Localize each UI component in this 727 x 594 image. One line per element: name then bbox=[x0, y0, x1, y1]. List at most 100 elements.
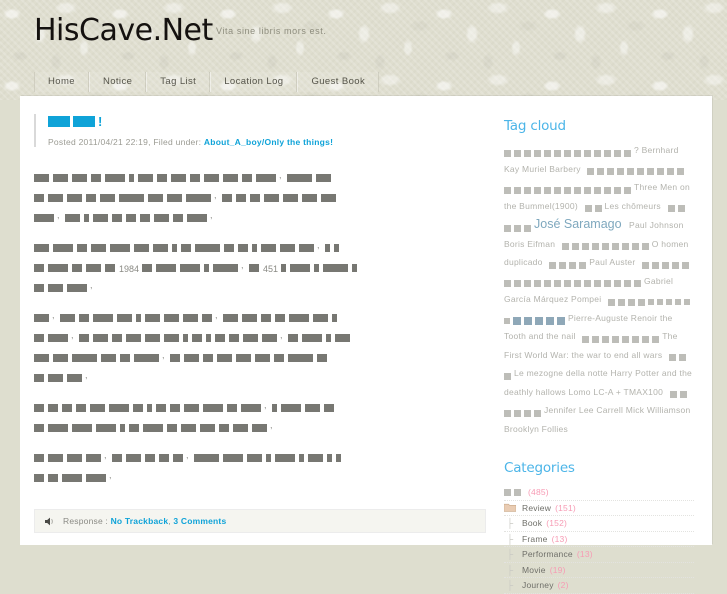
redacted-block bbox=[514, 409, 521, 417]
redacted-block bbox=[597, 168, 605, 175]
redacted-block bbox=[571, 243, 579, 250]
redacted-block bbox=[627, 168, 635, 175]
tag-cloud-item[interactable]: José Saramago bbox=[534, 217, 625, 231]
redacted-block bbox=[667, 168, 675, 175]
category-row[interactable]: (485) bbox=[504, 485, 694, 501]
redacted-block bbox=[117, 314, 132, 322]
categories-list: (485) Review (151) ├ Book (152) ├ Frame (13) ├ Per… bbox=[504, 485, 694, 594]
redacted-block bbox=[134, 354, 159, 362]
post-category-link[interactable]: About_A_boy/Only the things! bbox=[204, 137, 333, 147]
trackback-link[interactable]: No Trackback bbox=[111, 516, 169, 526]
redacted-block bbox=[252, 424, 267, 432]
redacted-block bbox=[574, 280, 581, 287]
post-paragraph: 1984 451 bbox=[34, 239, 486, 292]
post-title[interactable]: ! bbox=[48, 114, 486, 128]
category-row[interactable]: Review (151) bbox=[504, 501, 694, 516]
punctuation-comma bbox=[57, 210, 61, 222]
redacted-block bbox=[79, 334, 89, 342]
nav-item-location-log[interactable]: Location Log bbox=[210, 72, 298, 92]
redacted-block bbox=[86, 194, 96, 202]
redacted-block bbox=[602, 335, 610, 343]
redacted-block bbox=[170, 404, 180, 412]
redacted-block bbox=[67, 284, 87, 292]
post-line bbox=[34, 329, 486, 342]
punctuation-comma bbox=[210, 210, 214, 222]
redacted-block bbox=[222, 194, 232, 202]
redacted-block bbox=[669, 391, 677, 398]
post-paragraph bbox=[34, 449, 486, 482]
tag-cloud-item[interactable]: Les chômeurs bbox=[605, 201, 664, 211]
post-line bbox=[34, 469, 486, 482]
redacted-block bbox=[299, 454, 304, 462]
redacted-block bbox=[504, 317, 510, 324]
redacted-block bbox=[657, 168, 665, 175]
punctuation-comma bbox=[280, 330, 284, 342]
redacted-block bbox=[554, 280, 561, 287]
redacted-block bbox=[213, 264, 239, 272]
redacted-block bbox=[238, 244, 248, 252]
redacted-block bbox=[129, 424, 139, 432]
post-paragraph bbox=[34, 169, 486, 222]
redacted-block bbox=[504, 488, 511, 496]
punctuation-comma bbox=[264, 400, 268, 412]
category-row[interactable]: ├ Performance (13) bbox=[504, 547, 694, 563]
redacted-block bbox=[587, 168, 595, 175]
redacted-block bbox=[227, 404, 237, 412]
category-row[interactable]: ├ Movie (19) bbox=[504, 563, 694, 578]
redacted-block bbox=[652, 261, 660, 269]
redacted-block bbox=[299, 244, 314, 252]
redacted-block bbox=[202, 314, 212, 322]
tag-cloud-item[interactable]: Jennifer Lee Carrell Mick Williamson Bro… bbox=[504, 405, 690, 434]
post-response-bar: Response : No Trackback , 3 Comments bbox=[34, 509, 486, 533]
post-body: 1984 451 bbox=[34, 169, 486, 482]
redacted-block bbox=[73, 116, 95, 127]
redacted-block bbox=[611, 243, 619, 250]
redacted-block bbox=[91, 244, 106, 252]
tag-cloud-item[interactable]: Paul Auster bbox=[589, 257, 638, 267]
redacted-block bbox=[120, 424, 125, 432]
redacted-block bbox=[100, 194, 115, 202]
post-line bbox=[34, 279, 486, 292]
redacted-block bbox=[617, 168, 625, 175]
response-separator: , bbox=[168, 516, 171, 526]
redacted-block bbox=[513, 316, 521, 325]
category-row[interactable]: ├ Journey (2) bbox=[504, 578, 694, 594]
redacted-block bbox=[544, 186, 551, 194]
redacted-block bbox=[290, 264, 311, 272]
redacted-block bbox=[53, 354, 68, 362]
redacted-block bbox=[601, 243, 609, 250]
category-row[interactable]: ├ Book (152) bbox=[504, 516, 694, 532]
redacted-block bbox=[60, 314, 75, 322]
redacted-block bbox=[67, 374, 82, 382]
post-line bbox=[34, 449, 486, 462]
redacted-block bbox=[153, 244, 168, 252]
redacted-block bbox=[274, 354, 284, 362]
redacted-block bbox=[554, 186, 561, 194]
nav-item-notice[interactable]: Notice bbox=[88, 72, 147, 92]
redacted-block bbox=[624, 280, 631, 287]
redacted-block bbox=[327, 454, 332, 462]
redacted-block bbox=[524, 409, 531, 417]
nav-item-guest-book[interactable]: Guest Book bbox=[297, 72, 380, 92]
redacted-block bbox=[524, 280, 531, 287]
redacted-block bbox=[164, 334, 179, 342]
redacted-block bbox=[242, 314, 257, 322]
redacted-block bbox=[93, 214, 108, 222]
tag-cloud-item[interactable]: Le mezogne della notte Harry Potter and … bbox=[504, 368, 692, 397]
redacted-block bbox=[604, 186, 611, 194]
redacted-block bbox=[243, 334, 258, 342]
punctuation-comma bbox=[104, 450, 108, 462]
redacted-block bbox=[48, 116, 70, 127]
redacted-block bbox=[647, 299, 654, 305]
category-label: Frame bbox=[522, 533, 548, 544]
comments-link[interactable]: 3 Comments bbox=[173, 516, 226, 526]
redacted-block bbox=[53, 244, 73, 252]
redacted-block bbox=[194, 454, 219, 462]
redacted-block bbox=[200, 424, 215, 432]
nav-item-home[interactable]: Home bbox=[34, 72, 89, 92]
redacted-block bbox=[504, 280, 511, 287]
redacted-block bbox=[186, 194, 211, 202]
redacted-block bbox=[324, 404, 334, 412]
nav-item-tag-list[interactable]: Tag List bbox=[146, 72, 211, 92]
category-count: (2) bbox=[557, 580, 569, 591]
